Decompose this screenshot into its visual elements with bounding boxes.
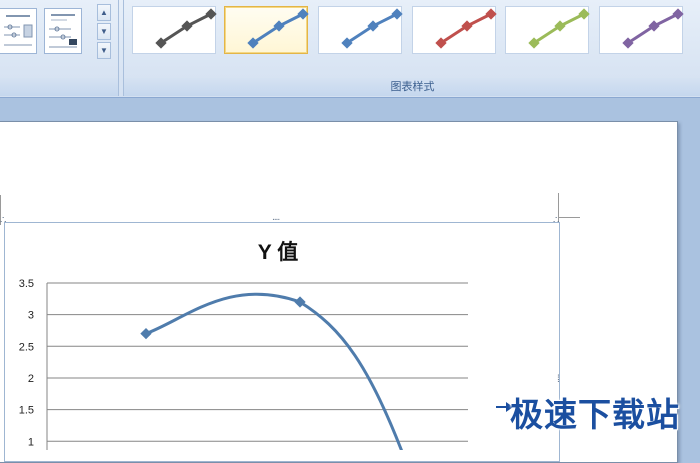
y-tick-label: 2 (28, 373, 34, 385)
line-chart-plot[interactable]: 3.5 3 2.5 2 1.5 1 (0, 0, 700, 450)
y-tick-label: 1 (28, 436, 34, 448)
y-tick-label: 3 (28, 310, 34, 322)
watermark: 极速下载站 (510, 395, 680, 434)
data-point-marker[interactable] (140, 327, 152, 340)
series-line[interactable] (145, 292, 410, 450)
y-tick-label: 1.5 (19, 405, 34, 417)
y-tick-label: 2.5 (19, 341, 34, 353)
y-tick-label: 3.5 (19, 278, 34, 290)
